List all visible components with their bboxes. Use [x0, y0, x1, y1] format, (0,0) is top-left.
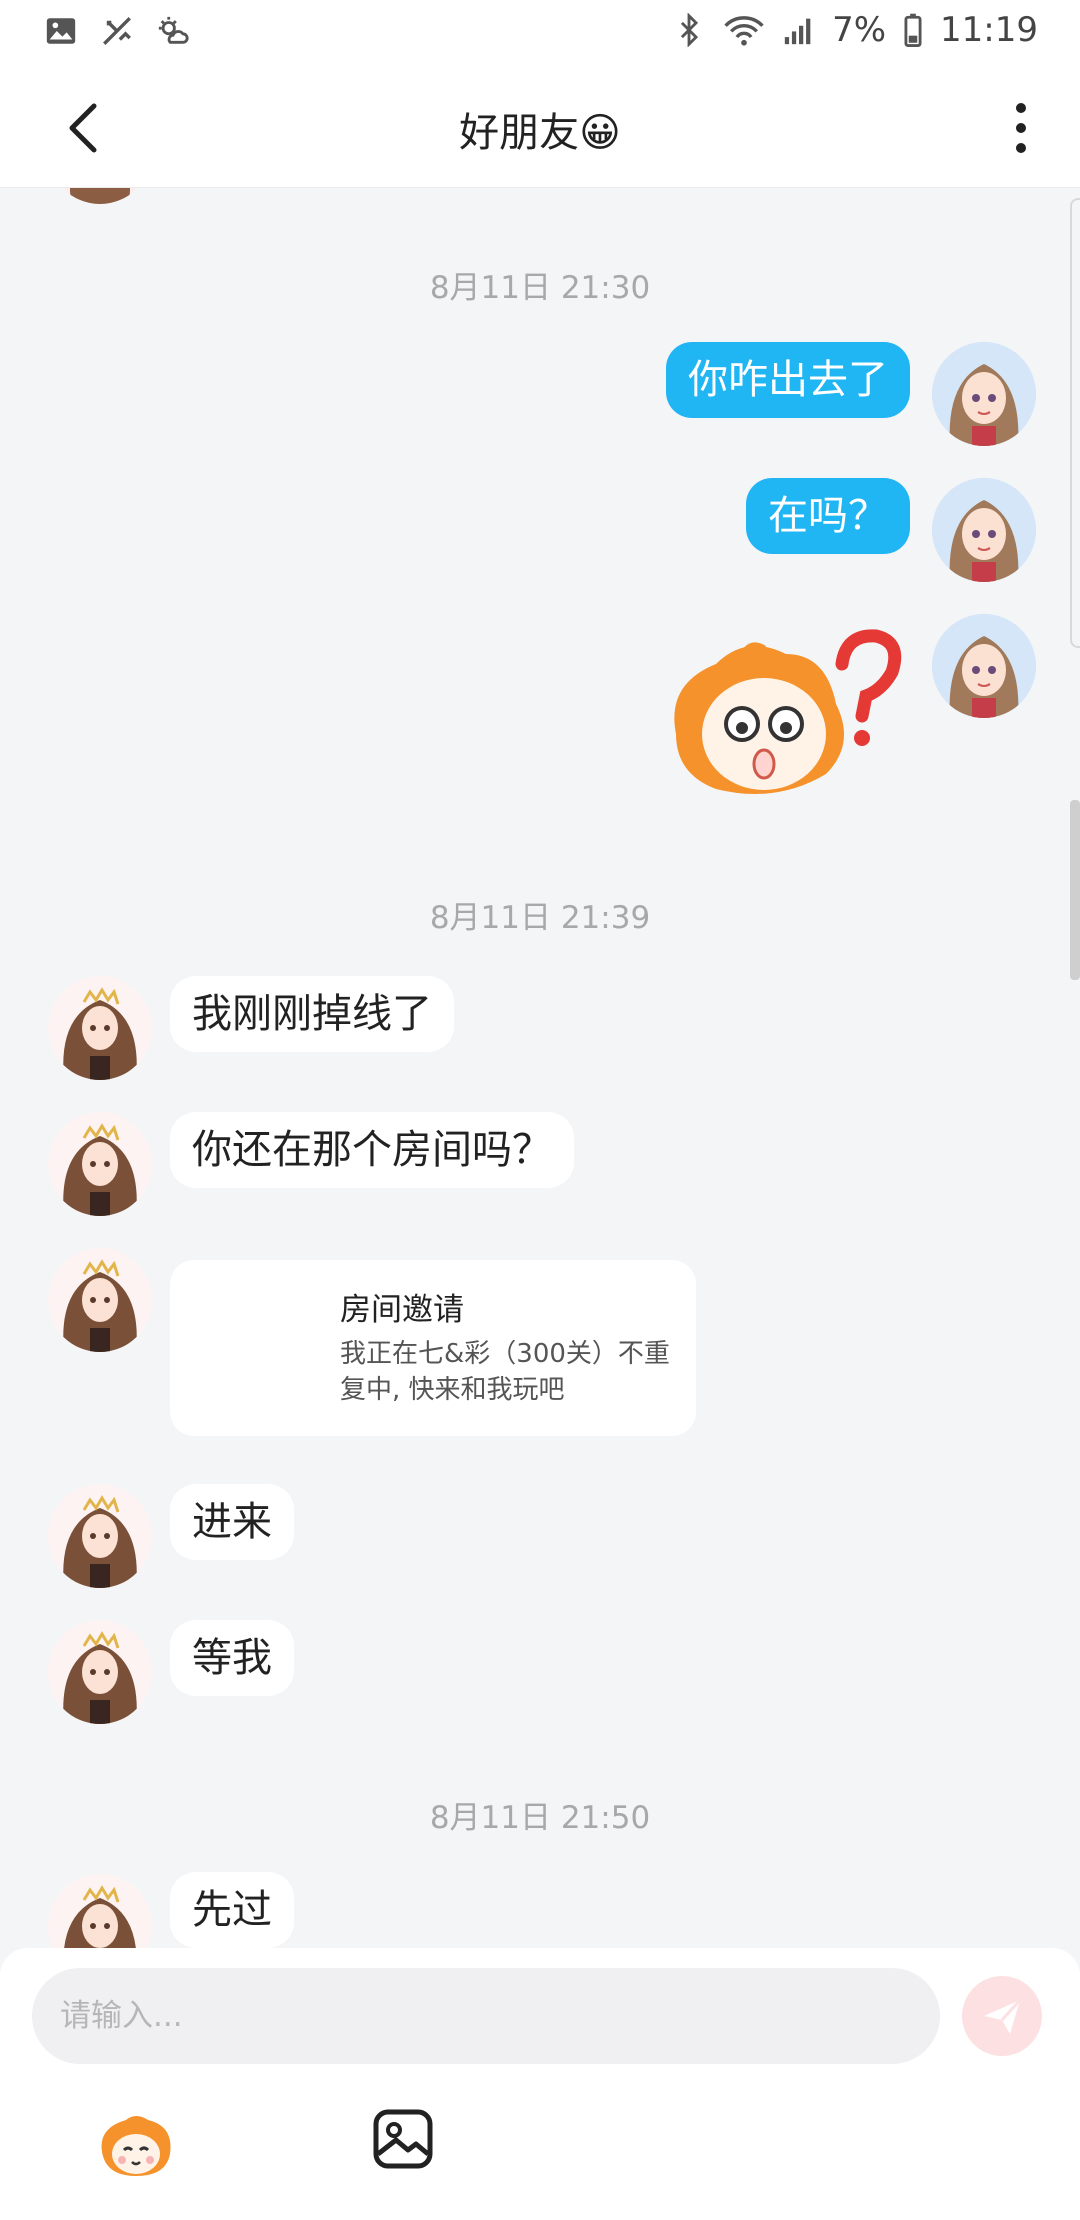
friend-avatar[interactable]: [48, 976, 152, 1080]
weather-icon: [158, 16, 189, 44]
mascot-sticker-button[interactable]: [96, 2110, 176, 2180]
my-avatar[interactable]: [932, 478, 1036, 582]
room-invite-card[interactable]: 房间邀请 我正在七&彩（300关）不重复中, 快来和我玩吧: [170, 1260, 696, 1436]
gallery-icon: [46, 18, 76, 44]
status-left-icons: [44, 14, 190, 48]
friend-message-bubble[interactable]: 我刚刚掉线了: [170, 976, 454, 1052]
status-right: 7% 11:19: [672, 10, 1038, 50]
friend-avatar[interactable]: [48, 1874, 152, 1948]
chat-title: 好朋友😀: [459, 110, 621, 156]
friend-message-bubble[interactable]: 进来: [170, 1484, 294, 1560]
send-button[interactable]: [962, 1976, 1042, 2056]
invite-description: 我正在七&彩（300关）不重复中, 快来和我玩吧: [340, 1339, 670, 1405]
battery-percent: 7%: [832, 10, 887, 50]
my-avatar[interactable]: [932, 614, 1036, 718]
friend-avatar[interactable]: [48, 1112, 152, 1216]
more-options-button[interactable]: [1006, 98, 1036, 158]
friend-message-bubble[interactable]: 你还在那个房间吗？: [170, 1112, 574, 1188]
my-message-bubble[interactable]: 你咋出去了: [666, 342, 910, 418]
status-bar: 7% 11:19: [0, 0, 1080, 64]
missed-call-icon: [103, 17, 131, 45]
signal-icon: [784, 18, 811, 45]
paper-plane-icon: [984, 1998, 1022, 2034]
image-button[interactable]: [372, 2108, 434, 2170]
my-avatar[interactable]: [932, 342, 1036, 446]
timestamp: 8月11日 21:50: [429, 1800, 651, 1836]
message-input[interactable]: [32, 1968, 940, 2064]
battery-icon: [904, 13, 922, 47]
friend-message-bubble[interactable]: 等我: [170, 1620, 294, 1696]
friend-avatar[interactable]: [48, 188, 152, 204]
composer: [0, 1948, 1080, 2220]
chat-header: 好朋友😀: [0, 64, 1080, 188]
timestamp: 8月11日 21:30: [429, 270, 651, 306]
wifi-icon: [724, 16, 764, 46]
my-message-bubble[interactable]: 在吗？: [746, 478, 910, 554]
message-list[interactable]: 8月11日 21:30 你咋出去了 在吗？ 8月11日 21:39 我刚刚掉线了…: [0, 188, 1080, 1948]
scrollbar-thumb[interactable]: [1070, 800, 1080, 980]
friend-avatar[interactable]: [48, 1620, 152, 1724]
clock: 11:19: [940, 10, 1038, 50]
friend-avatar[interactable]: [48, 1484, 152, 1588]
confused-mascot-sticker[interactable]: [656, 624, 906, 804]
timestamp: 8月11日 21:39: [429, 900, 651, 936]
bluetooth-icon: [680, 13, 699, 47]
friend-avatar[interactable]: [48, 1248, 152, 1352]
friend-message-bubble[interactable]: 先过: [170, 1872, 294, 1948]
invite-title: 房间邀请: [340, 1292, 464, 1328]
